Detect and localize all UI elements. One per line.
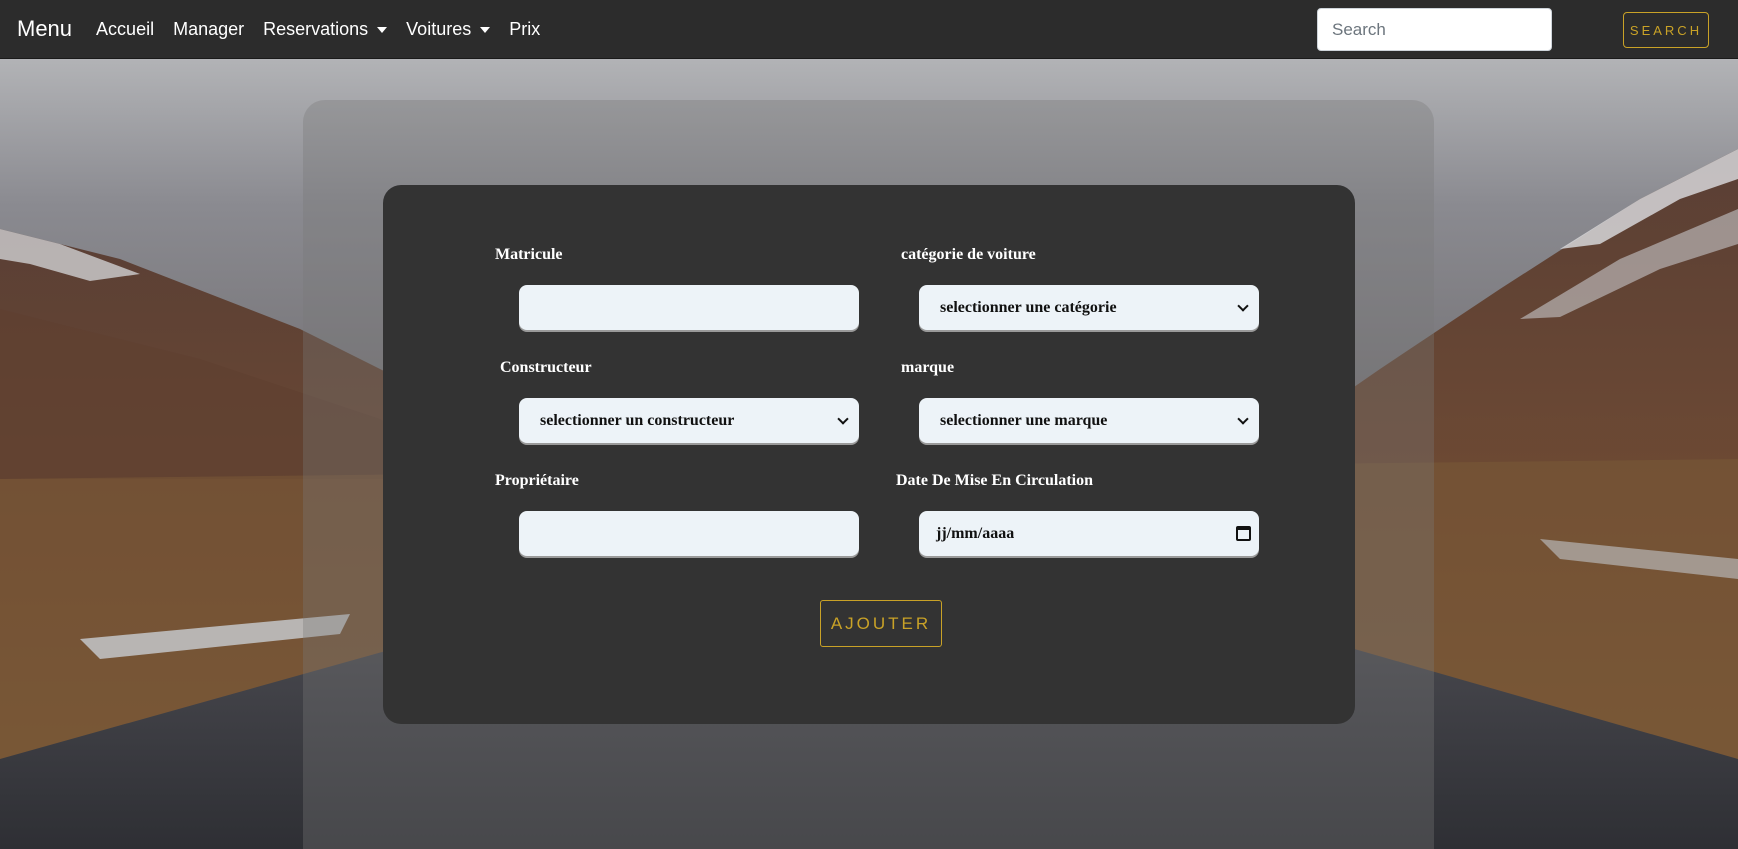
matricule-label: Matricule bbox=[495, 246, 563, 263]
matricule-input[interactable] bbox=[519, 285, 859, 330]
marque-select[interactable]: selectionner une marque bbox=[919, 398, 1259, 443]
nav-link-label: Accueil bbox=[96, 18, 155, 39]
constructeur-label: Constructeur bbox=[500, 359, 592, 376]
constructeur-select[interactable]: selectionner un constructeur bbox=[519, 398, 859, 443]
nav-link-label: Reservations bbox=[263, 18, 369, 39]
top-navbar: Menu Accueil Manager Reservations Voitur… bbox=[0, 0, 1738, 59]
nav-dropdown-voitures[interactable]: Voitures bbox=[406, 18, 491, 40]
date-label: Date De Mise En Circulation bbox=[896, 472, 1094, 489]
chevron-down-icon bbox=[1237, 412, 1249, 425]
nav-dropdown-reservations[interactable]: Reservations bbox=[263, 18, 388, 40]
nav-link-label: Prix bbox=[509, 18, 541, 39]
proprietaire-label: Propriétaire bbox=[495, 472, 579, 489]
date-placeholder: jj/mm/aaaa bbox=[936, 524, 1015, 542]
constructeur-selected-value: selectionner un constructeur bbox=[540, 411, 735, 429]
chevron-down-icon bbox=[837, 412, 849, 425]
marque-selected-value: selectionner une marque bbox=[940, 411, 1108, 429]
categorie-label: catégorie de voiture bbox=[901, 246, 1036, 263]
caret-down-icon bbox=[377, 26, 388, 33]
marque-label: marque bbox=[901, 359, 955, 376]
nav-link-label: Voitures bbox=[406, 18, 472, 39]
nav-link-manager[interactable]: Manager bbox=[173, 19, 244, 40]
search-input[interactable] bbox=[1317, 8, 1552, 51]
ajouter-button[interactable]: AJOUTER bbox=[820, 600, 942, 647]
date-input[interactable]: jj/mm/aaaa bbox=[919, 511, 1259, 556]
nav-link-accueil[interactable]: Accueil bbox=[96, 19, 154, 40]
calendar-icon[interactable] bbox=[1236, 526, 1251, 541]
chevron-down-icon bbox=[1237, 299, 1249, 312]
proprietaire-input[interactable] bbox=[519, 511, 859, 556]
nav-link-prix[interactable]: Prix bbox=[509, 19, 540, 40]
brand-menu[interactable]: Menu bbox=[17, 16, 72, 42]
categorie-select[interactable]: selectionner une catégorie bbox=[919, 285, 1259, 330]
nav-link-label: Manager bbox=[173, 18, 245, 39]
categorie-selected-value: selectionner une catégorie bbox=[940, 298, 1117, 316]
caret-down-icon bbox=[480, 26, 491, 33]
search-button[interactable]: SEARCH bbox=[1623, 12, 1709, 48]
